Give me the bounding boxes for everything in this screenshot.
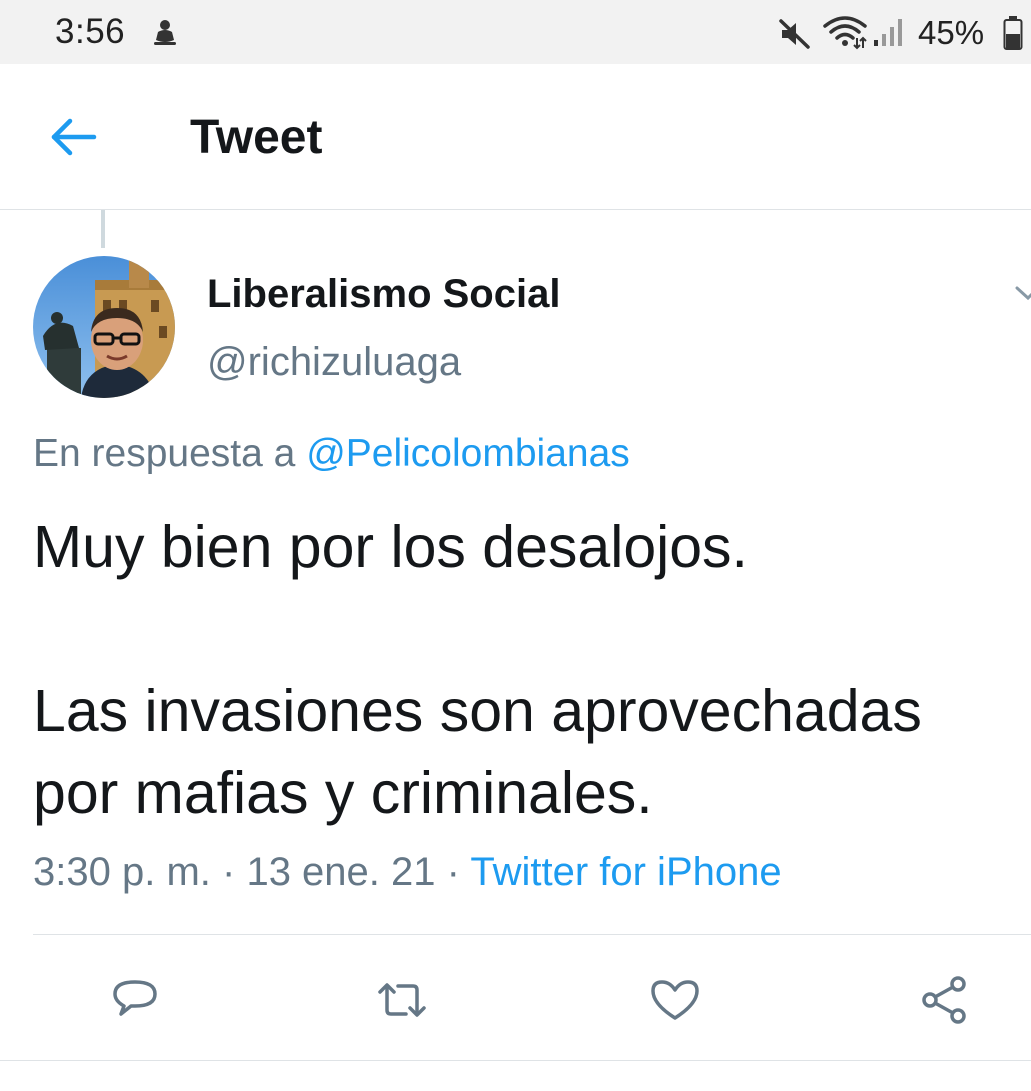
tweet-date: 13 ene. 21 bbox=[246, 850, 436, 894]
tweet-time: 3:30 p. m. bbox=[33, 850, 211, 894]
divider bbox=[33, 934, 1031, 935]
tweet-meta: 3:30 p. m. · 13 ene. 21 · Twitter for iP… bbox=[33, 850, 782, 895]
reply-prefix: En respuesta a bbox=[33, 432, 296, 475]
battery-icon bbox=[1003, 16, 1023, 50]
retweet-icon bbox=[378, 983, 426, 1017]
share-button[interactable] bbox=[916, 972, 972, 1028]
author-name[interactable]: Liberalismo Social bbox=[207, 272, 560, 317]
reply-button[interactable] bbox=[107, 972, 163, 1028]
tweet-text-line: por mafias y criminales. bbox=[33, 760, 653, 826]
signal-icon bbox=[874, 19, 902, 46]
thread-connector-line bbox=[101, 210, 105, 248]
status-bar: 3:56 45% bbox=[0, 0, 1031, 64]
wifi-icon bbox=[823, 16, 867, 50]
tweet-text-line: Muy bien por los desalojos. bbox=[33, 514, 748, 580]
mute-icon bbox=[779, 19, 810, 49]
avatar-image bbox=[33, 256, 175, 398]
divider bbox=[0, 1060, 1031, 1061]
tweet-text: Muy bien por los desalojos. Las invasion… bbox=[33, 506, 1028, 834]
author-handle[interactable]: @richizuluaga bbox=[207, 340, 461, 385]
status-time: 3:56 bbox=[55, 12, 126, 51]
reply-mention-link[interactable]: @Pelicolombianas bbox=[306, 432, 630, 475]
share-icon bbox=[922, 976, 966, 1024]
tweet-text-line: Las invasiones son aprovechadas bbox=[33, 678, 922, 744]
like-button[interactable] bbox=[647, 972, 703, 1028]
meta-separator: · bbox=[222, 850, 236, 894]
like-icon bbox=[651, 980, 699, 1020]
chevron-down-icon[interactable] bbox=[1014, 282, 1031, 306]
notification-icon bbox=[154, 20, 176, 45]
page-title: Tweet bbox=[190, 111, 323, 164]
reply-context: En respuesta a @Pelicolombianas bbox=[33, 432, 630, 476]
meta-separator: · bbox=[446, 850, 460, 894]
avatar[interactable] bbox=[33, 256, 175, 398]
tweet-source-link[interactable]: Twitter for iPhone bbox=[470, 850, 781, 894]
app-header: Tweet bbox=[0, 64, 1031, 210]
retweet-button[interactable] bbox=[374, 972, 430, 1028]
battery-percent: 45% bbox=[918, 14, 985, 51]
back-arrow-icon[interactable] bbox=[46, 112, 100, 162]
reply-icon bbox=[113, 980, 157, 1016]
